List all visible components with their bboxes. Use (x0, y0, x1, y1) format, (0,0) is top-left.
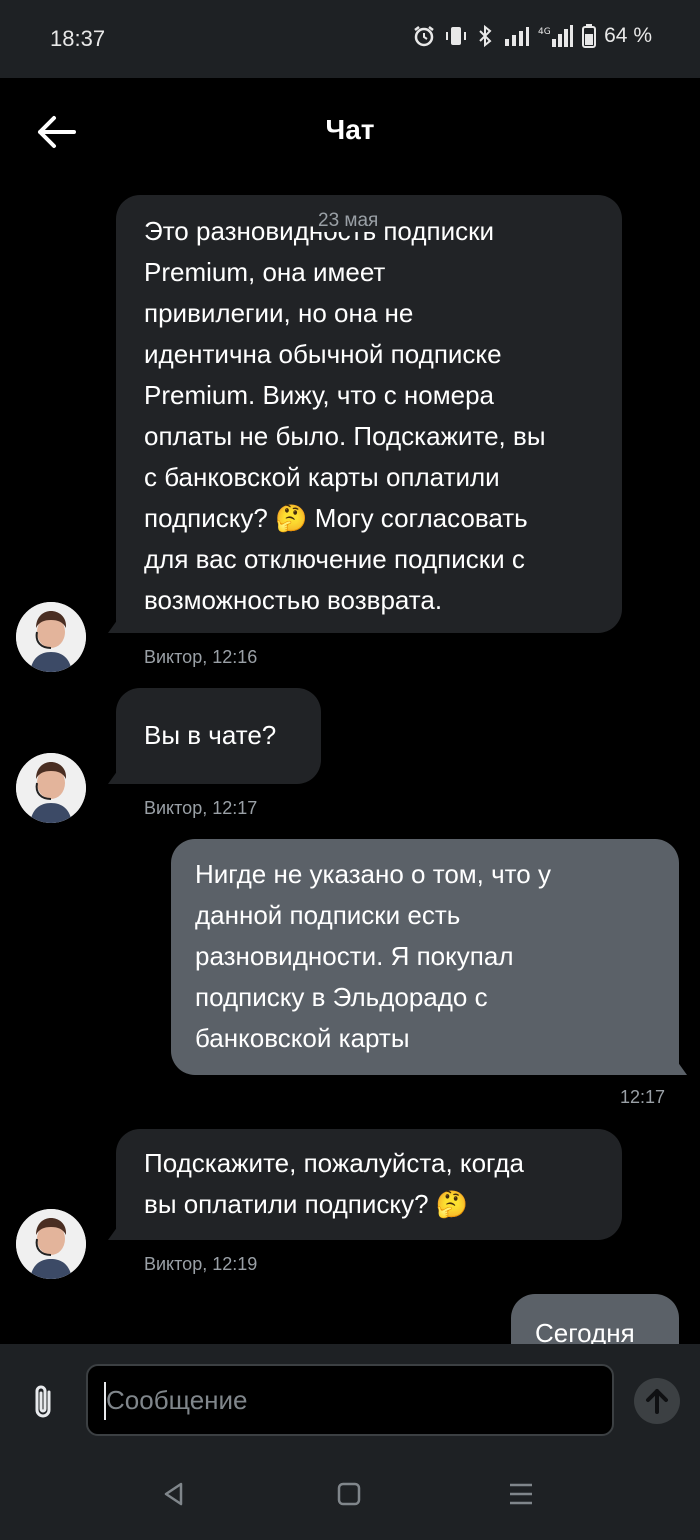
operator-avatar-icon (16, 753, 86, 823)
operator-avatar-icon (16, 1209, 86, 1279)
status-time: 18:37 (50, 26, 106, 51)
chat-header: Чат (0, 78, 700, 188)
signal-icon (505, 27, 530, 46)
nav-back-button[interactable] (154, 1474, 194, 1514)
text-caret (104, 1382, 106, 1420)
message-text: Это разновидность подписки Premium, она … (144, 216, 546, 615)
status-bar: 18:37 4G 64 % (0, 0, 700, 78)
message-bubble-outgoing[interactable]: Сегодня (511, 1294, 679, 1344)
system-navigation-bar (0, 1454, 700, 1540)
signal-4g-icon: 4G (538, 25, 574, 47)
nav-recents-button[interactable] (501, 1474, 541, 1514)
square-home-icon (337, 1482, 361, 1506)
bubble-tail (108, 1226, 118, 1240)
vibrate-icon (446, 27, 467, 45)
page-title: Чат (325, 114, 375, 145)
message-meta: Виктор, 12:16 (144, 647, 258, 667)
message-input[interactable] (86, 1364, 614, 1436)
message-text: Сегодня (535, 1318, 635, 1344)
menu-lines-icon (510, 1483, 532, 1505)
message-bubble-incoming[interactable]: Подскажите, пожалуйста, когда вы оплатил… (108, 1129, 622, 1240)
message-bubble-incoming[interactable]: Вы в чате? (108, 688, 321, 784)
operator-avatar-icon (16, 602, 86, 672)
message-meta: 12:17 (620, 1087, 666, 1107)
message-bubble-incoming[interactable]: Это разновидность подписки Premium, она … (108, 195, 622, 633)
message-composer (0, 1344, 700, 1540)
message-text: Нигде не указано о том, что у данной под… (195, 859, 551, 1053)
avatar (16, 602, 86, 672)
message-meta: Виктор, 12:17 (144, 798, 258, 818)
chat-messages[interactable]: Это разновидность подписки Premium, она … (0, 188, 700, 1344)
arrow-up-icon (646, 1389, 668, 1414)
battery-percent: 64 % (604, 24, 652, 47)
attach-button[interactable] (26, 1382, 60, 1422)
svg-text:4G: 4G (538, 27, 551, 37)
alarm-icon (414, 26, 434, 47)
message-meta: Виктор, 12:19 (144, 1254, 258, 1274)
message-text: Вы в чате? (144, 720, 277, 750)
date-chip: 23 мая (314, 210, 383, 232)
battery-icon (582, 24, 597, 48)
triangle-back-icon (164, 1482, 183, 1506)
status-icons: 4G 64 % (412, 24, 652, 48)
bluetooth-icon (479, 24, 492, 48)
nav-home-button[interactable] (329, 1474, 369, 1514)
bubble-tail (108, 770, 118, 784)
avatar (16, 1209, 86, 1279)
message-text: Подскажите, пожалуйста, когда вы оплатил… (144, 1148, 524, 1219)
avatar (16, 753, 86, 823)
bubble-tail (108, 619, 118, 633)
paperclip-icon (35, 1385, 51, 1418)
send-button[interactable] (634, 1378, 680, 1424)
bubble-tail (677, 1061, 687, 1075)
message-bubble-outgoing[interactable]: Нигде не указано о том, что у данной под… (171, 839, 687, 1075)
